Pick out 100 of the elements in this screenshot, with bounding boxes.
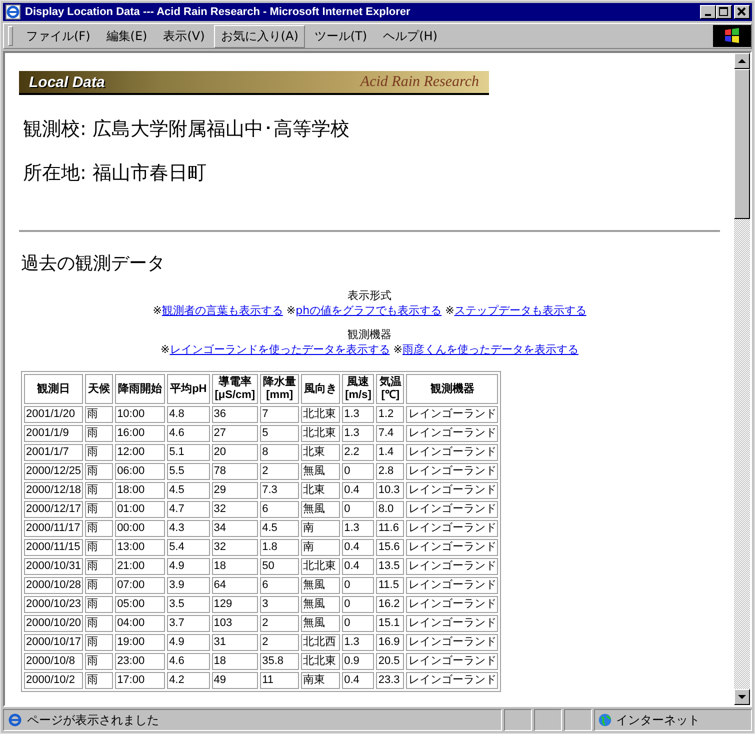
table-cell: レインゴーランド [406, 501, 498, 518]
table-cell: 北北東 [301, 406, 340, 423]
option-link[interactable]: 雨彦くんを使ったデータを表示する [402, 343, 578, 356]
table-cell: 4.7 [167, 501, 210, 518]
banner-title: Local Data [29, 74, 105, 90]
maximize-icon [719, 7, 729, 17]
table-cell: 16.2 [376, 596, 404, 613]
table-cell: 35.8 [260, 653, 300, 670]
table-cell: 北東 [301, 482, 340, 499]
column-label: 風速 [346, 376, 370, 389]
table-cell: 4.6 [167, 653, 210, 670]
option-link[interactable]: 観測者の言葉も表示する [162, 304, 283, 317]
maximize-button[interactable] [716, 5, 732, 19]
table-cell: 31 [212, 634, 258, 651]
scroll-down-button[interactable] [734, 689, 750, 705]
table-cell: 2000/10/31 [24, 558, 84, 575]
table-cell: 0.4 [342, 539, 374, 556]
table-cell: 18:00 [115, 482, 166, 499]
table-cell: 0 [342, 501, 374, 518]
table-cell: 6 [260, 501, 300, 518]
table-cell: 7.4 [376, 425, 404, 442]
table-cell: 5 [260, 425, 300, 442]
table-cell: 3.5 [167, 596, 210, 613]
table-cell: 21:00 [115, 558, 166, 575]
table-cell: 雨 [85, 672, 114, 689]
table-cell: 3.7 [167, 615, 210, 632]
table-cell: 2001/1/9 [24, 425, 84, 442]
scroll-thumb[interactable] [734, 69, 750, 219]
table-cell: レインゴーランド [406, 520, 498, 537]
table-cell: 2000/12/18 [24, 482, 84, 499]
table-cell: 0.9 [342, 653, 374, 670]
table-cell: 2.8 [376, 463, 404, 480]
table-cell: 34 [212, 520, 258, 537]
window-title: Display Location Data --- Acid Rain Research - Microsoft Internet Explorer [25, 6, 412, 18]
location: 所在地: 福山市春日町 [23, 161, 208, 185]
table-cell: 5.4 [167, 539, 210, 556]
column-label: 導電率 [217, 376, 252, 389]
table-cell: レインゴーランド [406, 558, 498, 575]
table-cell: 0 [342, 577, 374, 594]
table-cell: 4.8 [167, 406, 210, 423]
menu-item[interactable]: 表示(V) [156, 24, 212, 48]
table-cell: 10.3 [376, 482, 404, 499]
table-cell: 4.9 [167, 558, 210, 575]
menu-item[interactable]: ヘルプ(H) [376, 24, 444, 48]
status-panel [504, 709, 532, 731]
security-zone: インターネット [616, 712, 700, 728]
table-cell: 0 [342, 596, 374, 613]
windows-logo-icon [713, 25, 751, 47]
table-cell: 0.4 [342, 672, 374, 689]
option-link[interactable]: phの値をグラフでも表示する [296, 304, 442, 317]
table-cell: 2000/10/23 [24, 596, 84, 613]
table-cell: 01:00 [115, 501, 166, 518]
table-cell: 2000/12/17 [24, 501, 84, 518]
menu-item[interactable]: ツール(T) [307, 24, 374, 48]
menu-item[interactable]: ファイル(F) [19, 24, 98, 48]
reference-mark: ※ [160, 343, 170, 356]
column-label: 降水量 [263, 376, 296, 389]
table-cell: 27 [212, 425, 258, 442]
table-cell: レインゴーランド [406, 672, 498, 689]
minimize-button[interactable] [700, 5, 716, 19]
table-cell: 北北東 [301, 558, 340, 575]
menu-item[interactable]: お気に入り(A) [214, 24, 306, 48]
close-button[interactable] [734, 5, 750, 19]
status-panel [534, 709, 562, 731]
column-header: 平均pH [167, 374, 210, 404]
down-arrow-icon [738, 695, 746, 699]
table-cell: 12:00 [115, 444, 166, 461]
table-cell: 雨 [85, 577, 114, 594]
table-cell: 8 [260, 444, 300, 461]
table-cell: 雨 [85, 653, 114, 670]
table-cell: 23:00 [115, 653, 166, 670]
scroll-up-button[interactable] [734, 53, 750, 69]
column-header: 観測機器 [406, 374, 498, 404]
table-cell: レインゴーランド [406, 596, 498, 613]
table-cell: 50 [260, 558, 300, 575]
table-cell: 17:00 [115, 672, 166, 689]
table-cell: 無風 [301, 463, 340, 480]
browser-icon [5, 4, 21, 20]
option-link[interactable]: ステップデータも表示する [454, 304, 586, 317]
table-cell: 00:00 [115, 520, 166, 537]
column-header: 天候 [85, 374, 114, 404]
table-cell: 4.2 [167, 672, 210, 689]
table-cell: 北東 [301, 444, 340, 461]
globe-icon [598, 713, 612, 727]
table-cell: 0.4 [342, 558, 374, 575]
table-cell: 32 [212, 501, 258, 518]
table-cell: 1.3 [342, 634, 374, 651]
table-cell: 北北東 [301, 653, 340, 670]
column-label: 気温 [379, 376, 402, 389]
table-cell: 06:00 [115, 463, 166, 480]
table-cell: 129 [212, 596, 258, 613]
vertical-scrollbar[interactable] [734, 53, 750, 705]
table-cell: 64 [212, 577, 258, 594]
table-cell: 雨 [85, 406, 114, 423]
table-cell: 4.9 [167, 634, 210, 651]
menu-item[interactable]: 編集(E) [99, 24, 154, 48]
option-link[interactable]: レインゴーランドを使ったデータを表示する [170, 343, 390, 356]
table-cell: 8.0 [376, 501, 404, 518]
table-cell: 20.5 [376, 653, 404, 670]
up-arrow-icon [738, 59, 746, 63]
